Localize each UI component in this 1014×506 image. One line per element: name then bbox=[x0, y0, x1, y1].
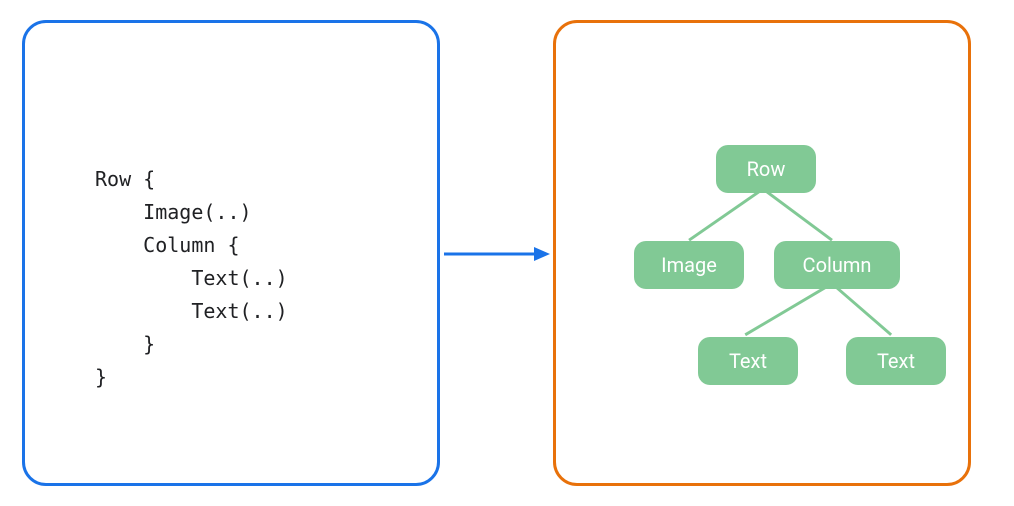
tree-node-text-2: Text bbox=[846, 337, 946, 385]
arrow-icon bbox=[442, 244, 552, 264]
tree-panel: Row Image Column Text Text bbox=[553, 20, 971, 486]
tree-node-text-1: Text bbox=[698, 337, 798, 385]
code-block: Row { Image(..) Column { Text(..) Text(.… bbox=[95, 163, 288, 394]
tree-edges bbox=[556, 23, 968, 483]
tree-node-image: Image bbox=[634, 241, 744, 289]
tree-node-column: Column bbox=[774, 241, 900, 289]
code-panel: Row { Image(..) Column { Text(..) Text(.… bbox=[22, 20, 440, 486]
tree-node-row: Row bbox=[716, 145, 816, 193]
